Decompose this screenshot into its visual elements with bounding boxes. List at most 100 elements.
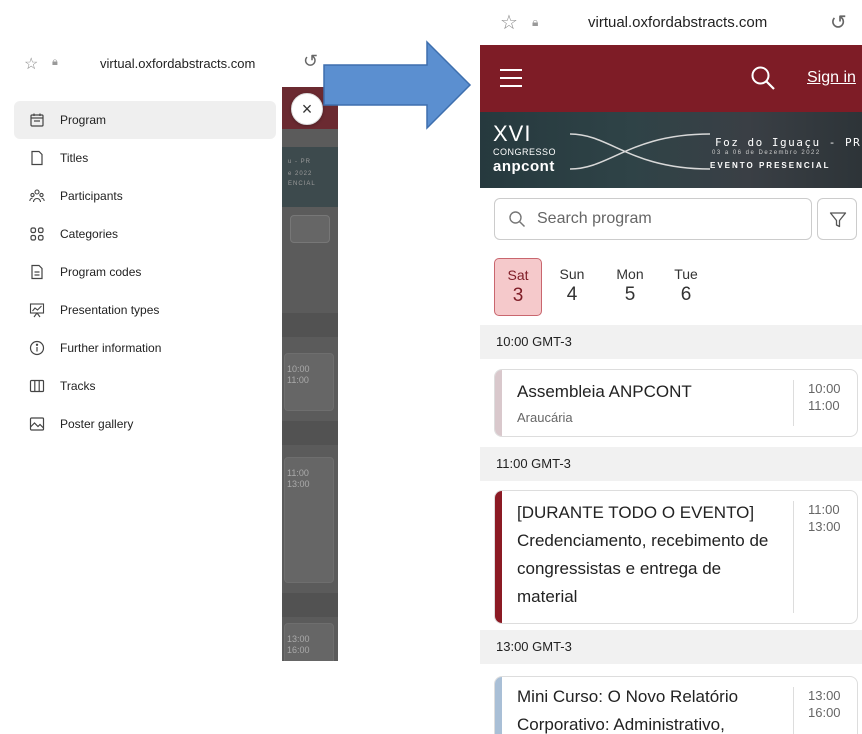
bookmark-star-icon[interactable]: ☆ <box>24 54 38 74</box>
dimmed-banner-text: e 2022 <box>288 171 313 177</box>
event-banner: XVI CONGRESSO anpcont Foz do Iguaçu - PR… <box>480 112 862 188</box>
dimmed-time: 16:00 <box>287 645 310 655</box>
session-end: 13:00 <box>808 519 841 534</box>
menu-item-label: Poster gallery <box>60 417 134 431</box>
menu-item-tracks[interactable]: Tracks <box>14 367 276 405</box>
menu-item-label: Program codes <box>60 265 142 279</box>
menu-item-program[interactable]: Program <box>14 101 276 139</box>
session-color-bar <box>495 491 502 623</box>
filter-icon <box>829 212 847 228</box>
bookmark-star-icon[interactable]: ☆ <box>500 10 518 35</box>
session-start: 10:00 <box>808 381 841 396</box>
day-name: Sat <box>507 267 529 283</box>
menu-item-categories[interactable]: Categories <box>14 215 276 253</box>
menu-item-label: Program <box>60 113 107 127</box>
dimmed-time: 11:00 <box>287 468 309 478</box>
people-icon <box>28 187 46 205</box>
dimmed-time: 10:00 <box>287 364 310 374</box>
day-date: 4 <box>566 284 578 305</box>
session-times: 10:00 11:00 <box>793 380 857 426</box>
dimmed-banner-text: ENCIAL <box>288 181 316 187</box>
day-name: Tue <box>674 266 698 282</box>
session-card[interactable]: Assembleia ANPCONT Araucária 10:00 11:00 <box>494 369 858 437</box>
session-times: 13:00 16:00 <box>793 687 857 734</box>
hamburger-menu-icon[interactable] <box>500 69 522 87</box>
banner-dates: 03 a 06 de Dezembro 2022 <box>712 150 821 156</box>
menu-item-label: Participants <box>60 189 123 203</box>
session-end: 11:00 <box>808 398 840 413</box>
grid-icon <box>28 225 46 243</box>
dimmed-time: 13:00 <box>287 634 310 644</box>
banner-edition: XVI <box>493 121 532 146</box>
day-tab-sat[interactable]: Sat 3 <box>494 258 542 316</box>
day-date: 5 <box>624 284 636 305</box>
menu-item-titles[interactable]: Titles <box>14 139 276 177</box>
menu-item-presentation-types[interactable]: Presentation types <box>14 291 276 329</box>
menu-item-label: Titles <box>60 151 89 165</box>
url-text[interactable]: virtual.oxfordabstracts.com <box>100 56 255 71</box>
browser-url-bar[interactable]: ☆ 🔒︎ virtual.oxfordabstracts.com ↺ <box>0 45 338 83</box>
left-screenshot: ☆ 🔒︎ virtual.oxfordabstracts.com ↺ u - P… <box>0 45 338 661</box>
day-selector: Sat 3 Sun 4 Mon 5 Tue 6 <box>494 258 854 318</box>
dimmed-banner-text: u - PR <box>288 159 312 165</box>
session-card[interactable]: [DURANTE TODO O EVENTO] Credenciamento, … <box>494 490 858 624</box>
session-title: Assembleia ANPCONT <box>517 382 692 401</box>
filter-button[interactable] <box>817 198 857 240</box>
reload-icon[interactable]: ↺ <box>303 51 318 72</box>
menu-item-participants[interactable]: Participants <box>14 177 276 215</box>
sign-in-link[interactable]: Sign in <box>807 69 856 87</box>
dimmed-time: 11:00 <box>287 375 309 385</box>
search-placeholder: Search program <box>537 210 652 227</box>
menu-item-label: Categories <box>60 227 119 241</box>
menu-item-label: Further information <box>60 341 162 355</box>
transition-arrow-icon <box>323 40 472 130</box>
dimmed-time: 13:00 <box>287 479 310 489</box>
presentation-icon <box>28 301 46 319</box>
code-doc-icon <box>28 263 46 281</box>
time-group-header: 11:00 GMT-3 <box>480 447 862 481</box>
day-tab-sun[interactable]: Sun 4 <box>548 258 596 316</box>
info-icon <box>28 339 46 357</box>
url-text[interactable]: virtual.oxfordabstracts.com <box>588 14 767 31</box>
banner-location: Foz do Iguaçu - PR <box>715 136 862 149</box>
search-icon[interactable] <box>750 65 776 91</box>
search-program-input[interactable]: Search program <box>494 198 812 240</box>
banner-brand-logo: anpcont <box>493 158 555 175</box>
tracks-icon <box>28 377 46 395</box>
close-icon: × <box>301 98 313 119</box>
app-header: Sign in <box>480 45 862 112</box>
menu-item-program-codes[interactable]: Program codes <box>14 253 276 291</box>
day-name: Mon <box>616 266 644 282</box>
time-group-label: 10:00 GMT-3 <box>496 334 572 349</box>
banner-congresso: CONGRESSO <box>493 147 557 157</box>
session-title: Mini Curso: O Novo Relatório Corporativo… <box>517 687 739 734</box>
session-color-bar <box>495 677 502 734</box>
menu-item-label: Tracks <box>60 379 96 393</box>
dimmed-background[interactable]: u - PR e 2022 ENCIAL 10:00 11:00 11:00 1… <box>282 87 338 661</box>
dimmed-separator <box>282 313 338 337</box>
time-group-label: 13:00 GMT-3 <box>496 639 572 654</box>
dimmed-session-card: 11:00 13:00 <box>284 457 334 583</box>
session-end: 16:00 <box>808 705 841 720</box>
time-group-header: 10:00 GMT-3 <box>480 325 862 359</box>
day-date: 3 <box>512 285 524 306</box>
banner-mode: EVENTO PRESENCIAL <box>710 161 831 170</box>
dimmed-session-card: 10:00 11:00 <box>284 353 334 411</box>
session-card[interactable]: Mini Curso: O Novo Relatório Corporativo… <box>494 676 858 734</box>
menu-item-poster-gallery[interactable]: Poster gallery <box>14 405 276 443</box>
time-group-label: 11:00 GMT-3 <box>496 456 571 471</box>
session-title: [DURANTE TODO O EVENTO] Credenciamento, … <box>517 503 769 606</box>
browser-url-bar[interactable]: ☆ 🔒︎ virtual.oxfordabstracts.com ↺ <box>480 0 862 45</box>
side-menu: Program Titles Participants Categories P… <box>14 101 276 443</box>
menu-item-further-information[interactable]: Further information <box>14 329 276 367</box>
day-tab-mon[interactable]: Mon 5 <box>606 258 654 316</box>
session-color-bar <box>495 370 502 436</box>
calendar-icon <box>28 111 46 129</box>
reload-icon[interactable]: ↺ <box>830 10 847 35</box>
right-screenshot: ☆ 🔒︎ virtual.oxfordabstracts.com ↺ Sign … <box>480 0 862 734</box>
dimmed-filter-button <box>290 215 330 243</box>
banner-decoration <box>570 133 710 170</box>
day-tab-tue[interactable]: Tue 6 <box>662 258 710 316</box>
session-times: 11:00 13:00 <box>793 501 857 613</box>
close-menu-button[interactable]: × <box>291 93 323 125</box>
